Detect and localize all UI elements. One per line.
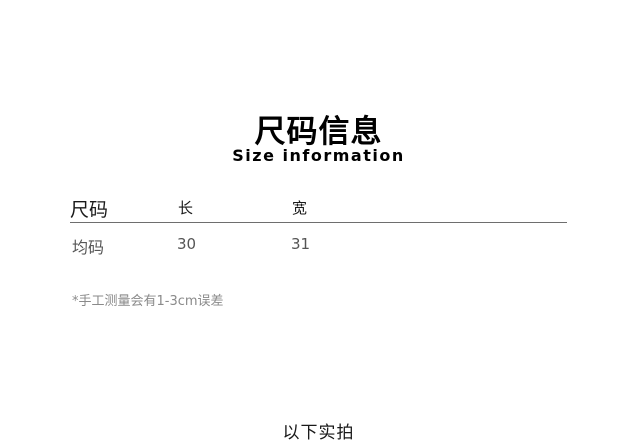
header-size: 尺码 [70, 199, 109, 221]
measurement-note: *手工测量会有1-3cm误差 [72, 294, 224, 309]
footer-caption: 以下实拍 [282, 423, 355, 443]
table-header-row: 尺码 长 宽 [70, 190, 567, 223]
size-table: 尺码 长 宽 均码 30 31 [70, 190, 567, 263]
cell-length: 30 [177, 235, 197, 253]
header-length: 长 [178, 199, 194, 217]
title-chinese: 尺码信息 [254, 114, 383, 150]
cell-width: 31 [291, 235, 311, 253]
header-width: 宽 [292, 199, 308, 217]
cell-size: 均码 [72, 238, 105, 257]
table-row: 均码 30 31 [70, 223, 567, 263]
title-english: Size information [232, 146, 405, 165]
